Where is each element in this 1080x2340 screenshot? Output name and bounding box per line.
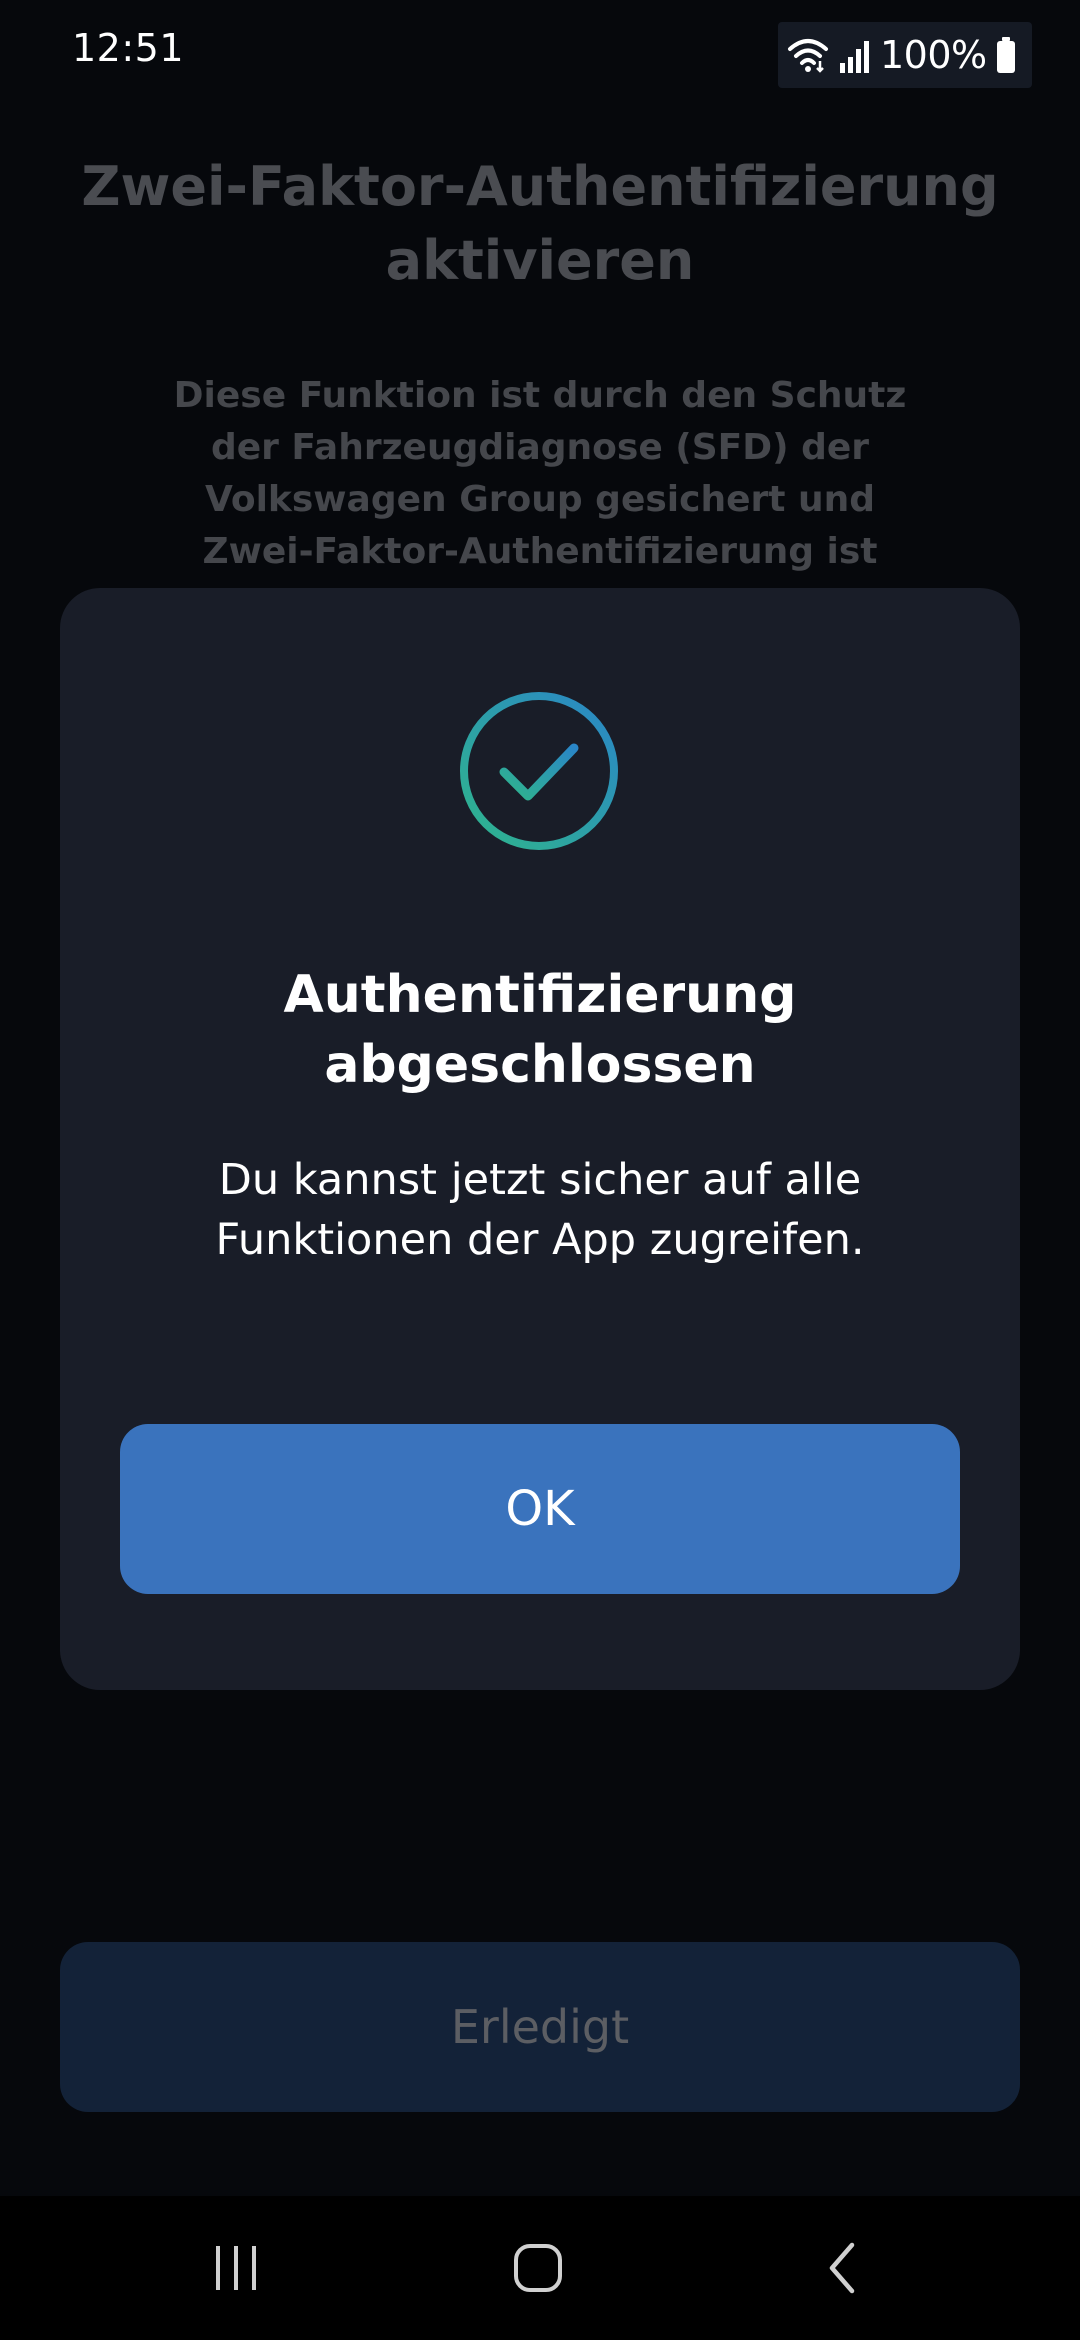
dialog-message-line: Du kannst jetzt sicher auf alle xyxy=(218,1155,862,1205)
dialog-message: Du kannst jetzt sicher auf alle Funktion… xyxy=(120,1150,960,1270)
description-line: Volkswagen Group gesichert und xyxy=(204,479,876,520)
battery-percentage: 100% xyxy=(880,33,987,77)
wifi-icon xyxy=(788,39,828,73)
description-line: Zwei-Faktor-Authentifizierung ist xyxy=(202,531,878,572)
page-description: Diese Funktion ist durch den Schutz der … xyxy=(120,370,960,578)
recent-apps-button[interactable] xyxy=(156,2196,316,2340)
ok-button[interactable]: OK xyxy=(120,1424,960,1594)
description-line: der Fahrzeugdiagnose (SFD) der xyxy=(210,427,870,468)
dialog-title-line: abgeschlossen xyxy=(324,1035,756,1095)
page-title: Zwei-Faktor-Authentifizierung aktivieren xyxy=(40,150,1040,298)
description-line: Diese Funktion ist durch den Schutz xyxy=(173,375,907,416)
signal-icon xyxy=(840,41,869,73)
back-icon xyxy=(829,2242,855,2294)
done-button: Erledigt xyxy=(60,1942,1020,2112)
home-icon xyxy=(514,2244,562,2292)
back-button[interactable] xyxy=(762,2196,922,2340)
recent-apps-icon xyxy=(216,2246,256,2290)
check-circle-icon xyxy=(460,692,618,850)
dialog-title-line: Authentifizierung xyxy=(283,965,797,1025)
navigation-bar xyxy=(0,2196,1080,2340)
dialog-title: Authentifizierung abgeschlossen xyxy=(100,960,980,1100)
dialog-message-line: Funktionen der App zugreifen. xyxy=(215,1215,865,1265)
status-bar: 12:51 100% xyxy=(0,0,1080,110)
page-title-line: Zwei-Faktor-Authentifizierung xyxy=(81,155,999,218)
success-dialog: Authentifizierung abgeschlossen Du kanns… xyxy=(60,588,1020,1690)
status-time: 12:51 xyxy=(72,26,185,70)
status-indicators: 100% xyxy=(778,22,1032,88)
page-title-line: aktivieren xyxy=(385,229,695,292)
battery-icon xyxy=(996,37,1015,73)
home-button[interactable] xyxy=(458,2196,618,2340)
